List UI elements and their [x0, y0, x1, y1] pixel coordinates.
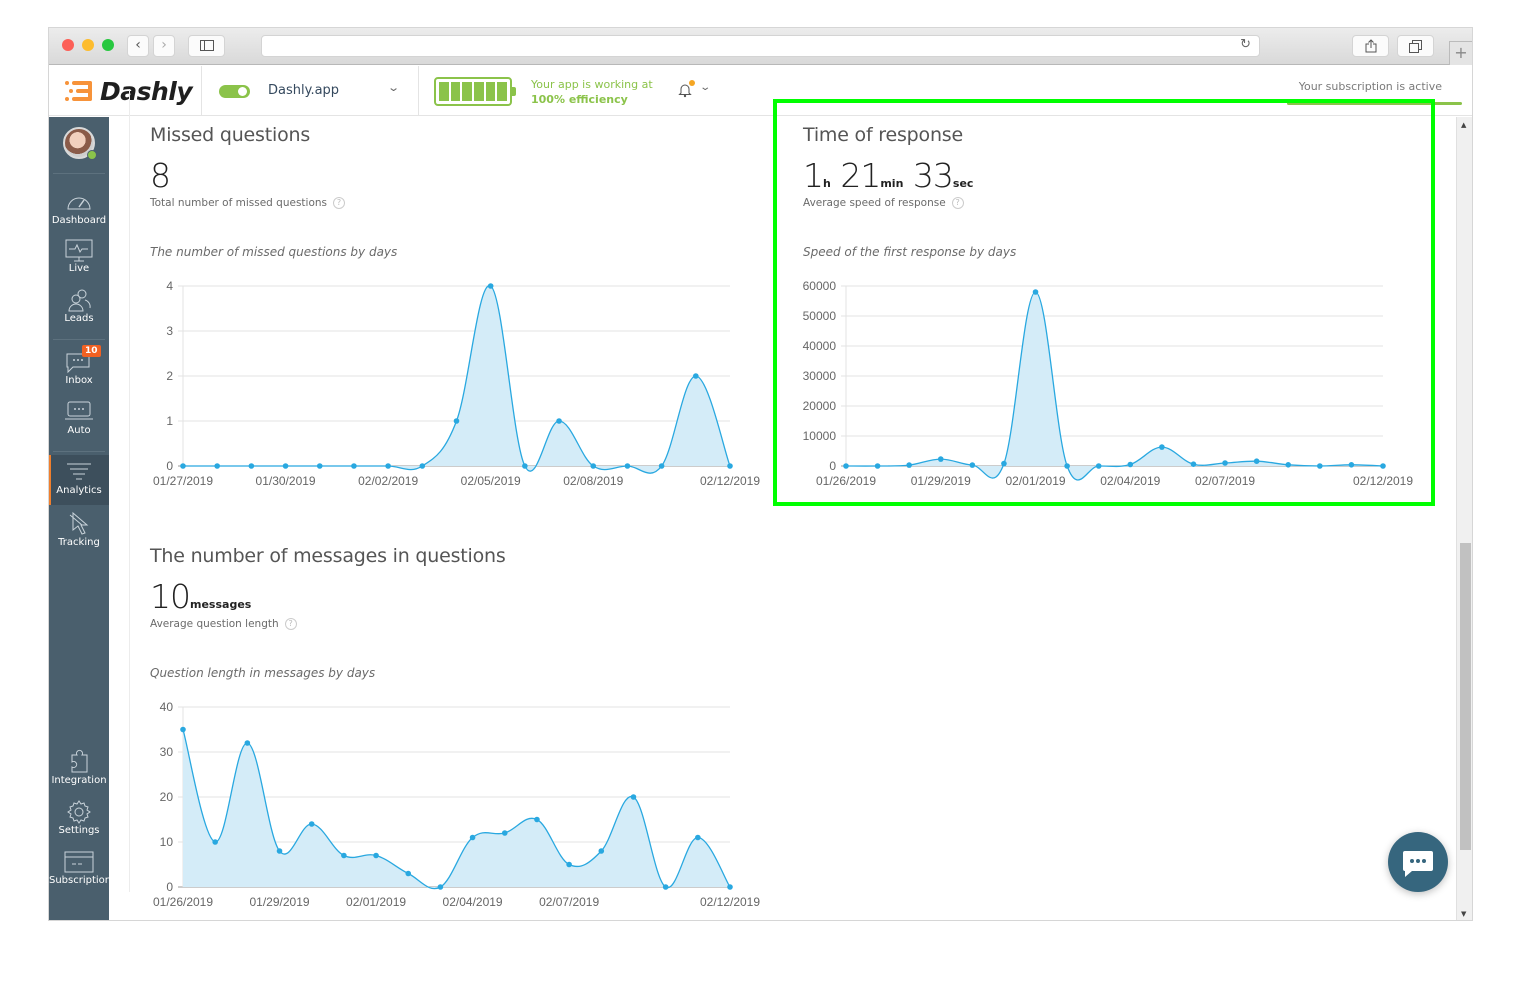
data-point — [180, 726, 186, 733]
data-point — [501, 830, 508, 836]
chat-widget-button[interactable] — [1388, 832, 1448, 892]
scroll-up-arrow-icon[interactable]: ▲ — [1461, 121, 1466, 129]
x-tick-label: 01/26/2019 — [153, 895, 213, 909]
data-point — [276, 848, 283, 854]
data-point — [405, 870, 412, 877]
y-tick-label: 10 — [160, 835, 174, 849]
data-point — [727, 884, 733, 890]
y-tick-label: 20 — [160, 790, 174, 804]
x-tick-label: 01/29/2019 — [249, 895, 309, 909]
data-point — [373, 852, 379, 859]
data-point — [534, 816, 540, 823]
data-point — [566, 861, 572, 868]
y-tick-label: 30 — [160, 745, 174, 759]
y-tick-label: 40 — [160, 700, 174, 714]
data-point — [469, 834, 476, 841]
x-tick-label: 02/12/2019 — [700, 895, 760, 909]
scroll-thumb[interactable] — [1460, 543, 1471, 850]
data-point — [341, 852, 347, 859]
x-tick-label: 02/04/2019 — [443, 895, 503, 909]
scroll-down-arrow-icon[interactable]: ▼ — [1461, 910, 1466, 918]
x-tick-label: 02/07/2019 — [539, 895, 599, 909]
data-point — [437, 884, 444, 890]
chat-dots-icon — [1403, 851, 1433, 877]
data-point — [598, 848, 605, 854]
data-point — [695, 834, 701, 841]
data-point — [308, 821, 315, 827]
scroll-track[interactable]: ▲ ▼ — [1456, 117, 1472, 920]
data-point — [662, 884, 669, 890]
y-tick-label: 0 — [166, 880, 173, 894]
data-point — [212, 839, 218, 845]
data-point — [244, 740, 251, 746]
vertical-scrollbar[interactable]: ▲ ▼ — [1456, 117, 1493, 920]
messages-chart: 0 10 20 30 40 01/26/2019 01/29/2019 02/01/2019 0… — [153, 700, 760, 909]
x-tick-label: 02/01/2019 — [346, 895, 406, 909]
data-point — [630, 794, 637, 800]
